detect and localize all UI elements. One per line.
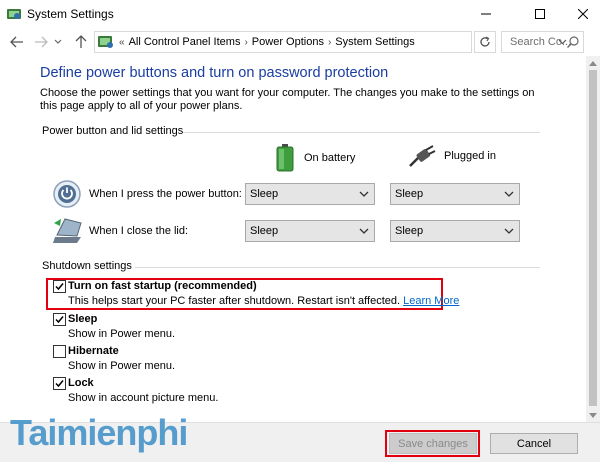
close-button[interactable] (560, 0, 600, 28)
recent-locations-button[interactable] (52, 33, 64, 51)
back-button[interactable] (8, 33, 26, 51)
control-panel-icon (98, 36, 113, 48)
window-title: System Settings (27, 7, 114, 21)
checkmark-icon (55, 283, 64, 291)
close-lid-plugged-in-select[interactable]: Sleep (390, 220, 520, 242)
fast-startup-title: Turn on fast startup (recommended) (68, 280, 257, 292)
hibernate-title: Hibernate (68, 345, 119, 357)
back-arrow-icon (10, 36, 23, 48)
battery-icon (276, 144, 294, 172)
power-button-plugged-in-select[interactable]: Sleep (390, 183, 520, 205)
minimize-icon (481, 13, 491, 15)
recent-dropdown-icon (54, 39, 62, 44)
control-panel-icon (7, 9, 21, 19)
power-button-on-battery-select[interactable]: Sleep (245, 183, 375, 205)
lock-checkbox[interactable] (53, 377, 66, 390)
checkmark-icon (55, 316, 64, 324)
sleep-desc: Show in Power menu. (68, 328, 175, 340)
address-overflow[interactable]: « (119, 37, 125, 48)
close-icon (578, 9, 588, 19)
breadcrumb-power-options[interactable]: Power Options (252, 36, 324, 48)
lock-desc: Show in account picture menu. (68, 392, 219, 404)
scroll-up-icon (589, 60, 597, 66)
maximize-icon (535, 9, 545, 19)
laptop-lid-icon (53, 218, 82, 243)
cancel-button[interactable]: Cancel (490, 433, 578, 454)
selected-value: Sleep (395, 188, 424, 200)
shutdown-group-label: Shutdown settings (42, 260, 132, 272)
page-title: Define power buttons and turn on passwor… (40, 65, 389, 81)
group-divider (135, 267, 540, 268)
scroll-up-button[interactable] (586, 56, 600, 70)
title-bar: System Settings (0, 0, 600, 28)
power-button-icon (53, 180, 81, 208)
selected-value: Sleep (250, 225, 279, 237)
search-input[interactable]: Search Co... (501, 31, 584, 53)
column-plugged-in: Plugged in (408, 144, 496, 168)
up-button[interactable] (72, 33, 90, 51)
power-group-label: Power button and lid settings (42, 125, 184, 137)
learn-more-link[interactable]: Learn More (403, 295, 459, 307)
column-on-battery: On battery (274, 144, 355, 172)
refresh-button[interactable] (474, 31, 496, 53)
scroll-down-button[interactable] (586, 408, 600, 422)
navigation-bar: « All Control Panel Items › Power Option… (0, 28, 600, 56)
hibernate-checkbox[interactable] (53, 345, 66, 358)
breadcrumb-separator: › (244, 36, 248, 48)
scroll-thumb[interactable] (589, 70, 597, 406)
forward-arrow-icon (35, 36, 48, 48)
plugged-in-label: Plugged in (444, 150, 496, 162)
forward-button[interactable] (32, 33, 50, 51)
breadcrumb-all-items[interactable]: All Control Panel Items (129, 36, 241, 48)
chevron-down-icon (504, 191, 514, 197)
on-battery-label: On battery (304, 152, 356, 164)
search-placeholder: Search Co... (510, 36, 572, 48)
watermark-logo: Taimienphi (10, 412, 188, 453)
selected-value: Sleep (395, 225, 424, 237)
search-icon (567, 36, 579, 48)
page-intro: Choose the power settings that you want … (40, 87, 535, 112)
hibernate-desc: Show in Power menu. (68, 360, 175, 372)
vertical-scrollbar[interactable] (586, 56, 600, 422)
main-content: Define power buttons and turn on passwor… (0, 56, 586, 422)
chevron-down-icon (359, 191, 369, 197)
breadcrumb-separator: › (327, 36, 332, 48)
checkmark-icon (55, 380, 64, 388)
power-button-label: When I press the power button: (89, 188, 242, 200)
refresh-icon (480, 36, 490, 47)
selected-value: Sleep (250, 188, 279, 200)
up-arrow-icon (75, 35, 87, 48)
breadcrumb-system-settings[interactable]: System Settings (335, 36, 414, 48)
chevron-down-icon (504, 228, 514, 234)
fast-startup-desc: This helps start your PC faster after sh… (68, 295, 459, 307)
plug-icon (409, 145, 436, 167)
fast-startup-checkbox[interactable] (53, 280, 66, 293)
close-lid-on-battery-select[interactable]: Sleep (245, 220, 375, 242)
chevron-down-icon (359, 228, 369, 234)
lock-title: Lock (68, 377, 94, 389)
close-lid-label: When I close the lid: (89, 225, 189, 237)
scroll-down-icon (589, 412, 597, 418)
sleep-title: Sleep (68, 313, 98, 325)
sleep-checkbox[interactable] (53, 313, 66, 326)
minimize-button[interactable] (463, 0, 509, 28)
save-changes-button[interactable]: Save changes (389, 433, 477, 454)
fast-startup-desc-text: This helps start your PC faster after sh… (68, 295, 401, 307)
group-divider (183, 132, 540, 133)
address-bar[interactable]: « All Control Panel Items › Power Option… (94, 31, 566, 53)
maximize-button[interactable] (517, 0, 563, 28)
